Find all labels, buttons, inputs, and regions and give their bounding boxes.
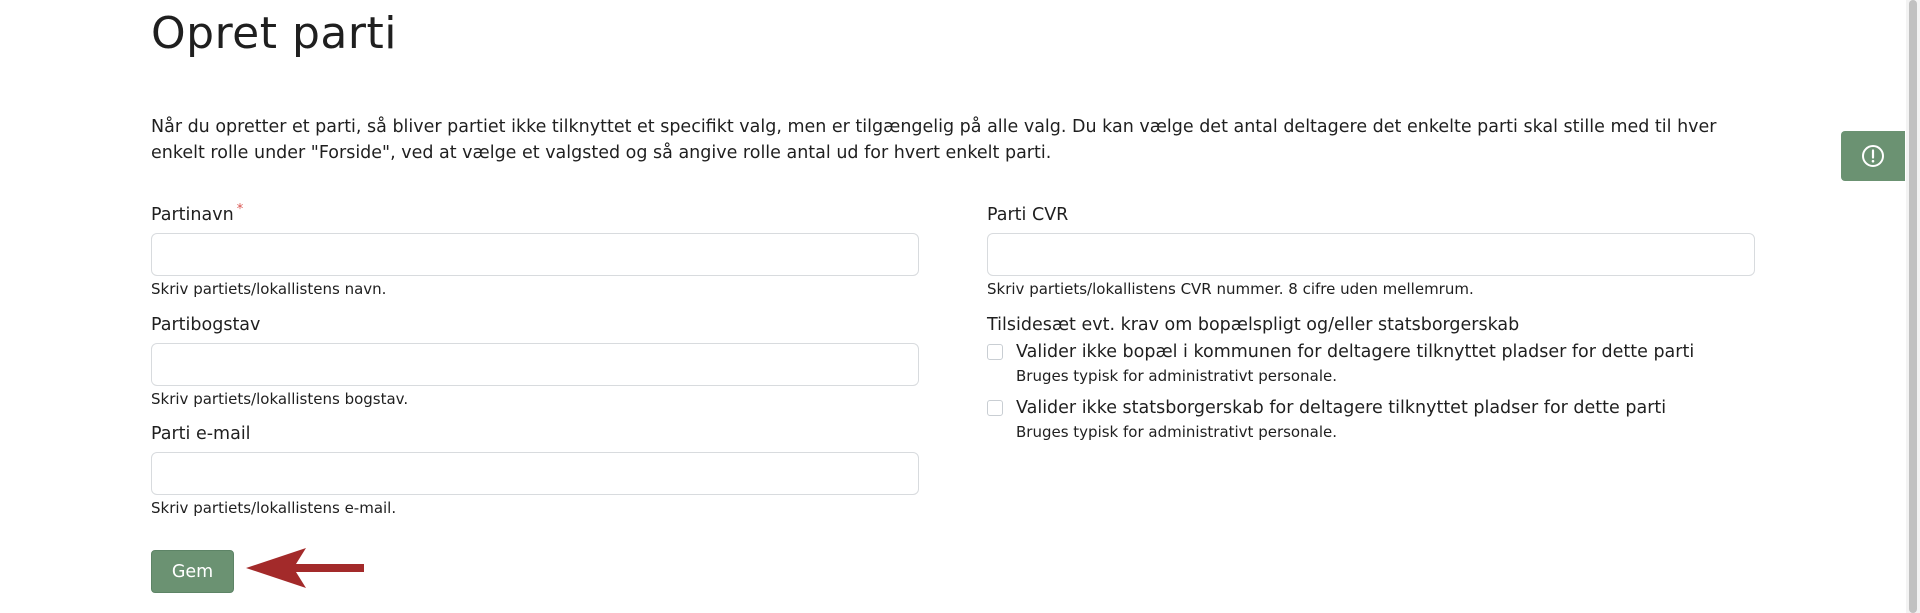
- citizenship-checkbox[interactable]: [987, 400, 1003, 416]
- citizenship-checkbox-label[interactable]: Valider ikke statsborgerskab for deltage…: [1016, 396, 1666, 420]
- party-email-input[interactable]: [151, 452, 919, 495]
- party-name-input[interactable]: [151, 233, 919, 276]
- party-cvr-input[interactable]: [987, 233, 1755, 276]
- arrow-shape: [246, 548, 364, 588]
- party-cvr-field: Parti CVR Skriv partiets/lokallistens CV…: [987, 203, 1755, 299]
- feedback-tab[interactable]: [1841, 131, 1905, 181]
- party-name-label-text: Partinavn: [151, 205, 234, 225]
- residency-checkbox[interactable]: [987, 344, 1003, 360]
- party-cvr-help: Skriv partiets/lokallistens CVR nummer. …: [987, 280, 1474, 298]
- scrollbar-thumb[interactable]: [1909, 0, 1917, 613]
- page-title: Opret parti: [151, 8, 397, 59]
- citizenship-checkbox-help: Bruges typisk for administrativt persona…: [1016, 423, 1337, 441]
- residency-checkbox-label[interactable]: Valider ikke bopæl i kommunen for deltag…: [1016, 340, 1694, 364]
- party-email-field: Parti e-mail Skriv partiets/lokallistens…: [151, 422, 919, 518]
- party-letter-input[interactable]: [151, 343, 919, 386]
- party-letter-field: Partibogstav Skriv partiets/lokallistens…: [151, 313, 919, 409]
- party-email-label: Parti e-mail: [151, 424, 251, 444]
- scrollbar[interactable]: [1906, 0, 1920, 613]
- party-name-field: Partinavn * Skriv partiets/lokallistens n…: [151, 203, 919, 299]
- party-cvr-label: Parti CVR: [987, 205, 1069, 225]
- save-button[interactable]: Gem: [151, 550, 234, 593]
- party-name-help: Skriv partiets/lokallistens navn.: [151, 280, 387, 298]
- party-letter-label: Partibogstav: [151, 315, 261, 335]
- party-name-label: Partinavn *: [151, 203, 919, 227]
- required-asterisk: *: [236, 202, 244, 217]
- party-email-help: Skriv partiets/lokallistens e-mail.: [151, 499, 397, 517]
- party-letter-help: Skriv partiets/lokallistens bogstav.: [151, 390, 409, 408]
- arrow-annotation: [246, 548, 364, 588]
- alert-circle-icon: [1862, 145, 1884, 167]
- override-group-label: Tilsidesæt evt. krav om bopælspligt og/e…: [987, 315, 1520, 335]
- intro-text: Når du opretter et parti, så bliver part…: [151, 117, 1717, 163]
- residency-checkbox-help: Bruges typisk for administrativt persona…: [1016, 367, 1337, 385]
